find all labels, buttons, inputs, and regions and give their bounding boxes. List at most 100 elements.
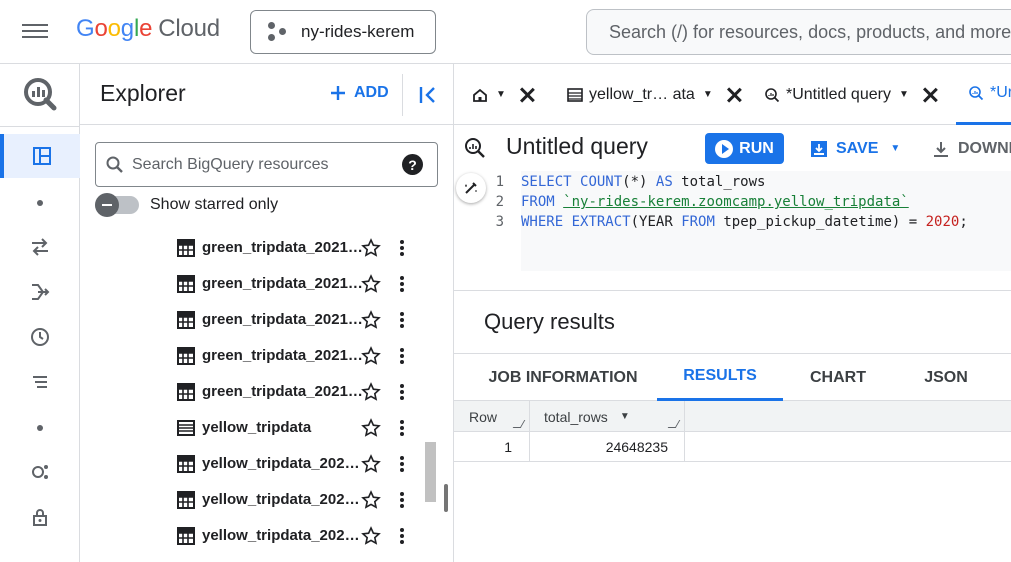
code-line: WHERE EXTRACT(YEAR FROM tpep_pickup_date… <box>521 214 968 230</box>
close-icon[interactable] <box>727 88 741 102</box>
sort-arrow-icon[interactable]: ▼ <box>620 411 630 422</box>
home-icon <box>473 88 487 102</box>
query-icon <box>969 86 984 101</box>
more-actions-icon[interactable] <box>395 454 409 474</box>
explorer-search-input[interactable]: Search BigQuery resources ? <box>95 142 438 187</box>
project-name: ny-rides-kerem <box>301 22 415 41</box>
star-icon[interactable] <box>361 382 381 402</box>
star-icon[interactable] <box>361 310 381 330</box>
tree-row[interactable]: yellow_tripdata_202… <box>80 518 436 554</box>
more-actions-icon[interactable] <box>395 238 409 258</box>
lock-icon[interactable] <box>0 495 80 539</box>
column-resize-handle[interactable] <box>667 420 681 428</box>
main-menu-icon[interactable] <box>22 20 48 44</box>
line-number: 1 <box>495 174 504 190</box>
chevron-down-icon[interactable]: ▼ <box>496 89 506 100</box>
more-actions-icon[interactable] <box>395 274 409 294</box>
bigquery-logo[interactable] <box>22 76 58 112</box>
tree-row[interactable]: green_tripdata_2021… <box>80 266 436 302</box>
global-search-input[interactable]: Search (/) for resources, docs, products… <box>586 9 1011 55</box>
show-starred-toggle[interactable]: Show starred only <box>95 193 278 217</box>
chevron-down-icon[interactable]: ▼ <box>899 89 909 100</box>
panel-resize-handle[interactable] <box>444 484 448 512</box>
table-icon <box>567 87 583 102</box>
tab-untitled-query[interactable]: *Untitled query ▼ <box>764 64 937 125</box>
star-icon[interactable] <box>361 274 381 294</box>
save-button[interactable]: SAVE ▼ <box>810 133 900 164</box>
query-title: Untitled query <box>506 133 648 159</box>
tree-row[interactable]: green_tripdata_2021… <box>80 302 436 338</box>
sql-text: (*) <box>622 174 656 190</box>
more-actions-icon[interactable] <box>395 526 409 546</box>
column-resize-handle[interactable] <box>512 420 526 428</box>
tab-yellow-tripdata[interactable]: yellow_tr… ata ▼ <box>567 64 741 125</box>
more-actions-icon[interactable] <box>395 418 409 438</box>
sql-text: tpep_pickup_datetime) = <box>714 214 926 230</box>
download-button[interactable]: DOWNL <box>932 133 1011 164</box>
close-icon[interactable] <box>923 88 937 102</box>
tree-row[interactable]: green_tripdata_2021… <box>80 230 436 266</box>
code-area[interactable]: SELECT COUNT(*) AS total_rows FROM `ny-r… <box>521 171 1011 271</box>
query-toolbar: Untitled query RUN SAVE ▼ DOWNL <box>454 125 1011 171</box>
chevron-down-icon[interactable]: ▼ <box>703 89 713 100</box>
star-icon[interactable] <box>361 490 381 510</box>
toggle-track <box>95 193 139 217</box>
explorer-panel: Explorer ADD Search BigQuery resources ?… <box>80 64 454 562</box>
add-button[interactable]: ADD <box>330 84 389 102</box>
scheduled-queries-icon[interactable] <box>0 315 80 359</box>
close-icon[interactable] <box>520 88 534 102</box>
table-icon <box>177 347 195 365</box>
tree-row[interactable]: green_tripdata_2021… <box>80 374 436 410</box>
tab-results[interactable]: RESULTS <box>657 354 783 401</box>
sql-text: (YEAR <box>630 214 682 230</box>
query-results-panel: Query results JOB INFORMATION RESULTS CH… <box>454 290 1011 562</box>
tab-label: yellow_tr… ata <box>589 85 695 103</box>
collapse-panel-icon[interactable] <box>418 84 440 106</box>
chevron-down-icon[interactable]: ▼ <box>890 143 900 154</box>
star-icon[interactable] <box>361 418 381 438</box>
more-actions-icon[interactable] <box>395 490 409 510</box>
tab-chart[interactable]: CHART <box>792 354 884 401</box>
column-header-row[interactable]: Row <box>454 401 530 432</box>
star-icon[interactable] <box>361 454 381 474</box>
column-header-total-rows[interactable]: total_rows ▼ <box>530 401 685 432</box>
table-name: yellow_tripdata_202… <box>202 491 360 508</box>
run-button[interactable]: RUN <box>705 133 784 164</box>
more-actions-icon[interactable] <box>395 310 409 330</box>
project-picker-button[interactable]: ny-rides-kerem <box>250 10 436 54</box>
add-label: ADD <box>354 84 389 101</box>
tree-row[interactable]: green_tripdata_2021… <box>80 338 436 374</box>
tree-row[interactable]: yellow_tripdata <box>80 410 436 446</box>
table-list-icon[interactable] <box>0 360 80 404</box>
star-icon[interactable] <box>361 346 381 366</box>
tab-active-query[interactable]: *Ur <box>956 64 1011 125</box>
sql-function: EXTRACT <box>571 214 631 230</box>
sql-editor[interactable]: 1 2 3 SELECT COUNT(*) AS total_rows FROM… <box>454 171 1011 271</box>
more-actions-icon[interactable] <box>395 382 409 402</box>
logo-letter: o <box>107 15 121 42</box>
save-icon <box>811 140 827 157</box>
download-label: DOWNL <box>958 139 1011 157</box>
tab-home[interactable]: ▼ <box>472 64 534 125</box>
more-actions-icon[interactable] <box>395 346 409 366</box>
explorer-header-divider <box>80 124 454 125</box>
tree-row[interactable]: yellow_tripdata_202… <box>80 482 436 518</box>
star-icon[interactable] <box>361 526 381 546</box>
studio-icon[interactable] <box>0 134 80 178</box>
transfers-icon[interactable] <box>0 225 80 269</box>
tab-label: *Ur <box>990 84 1011 101</box>
star-icon[interactable] <box>361 238 381 258</box>
tab-job-information[interactable]: JOB INFORMATION <box>472 354 654 401</box>
analytics-hub-icon[interactable] <box>0 450 80 494</box>
row-number-cell: 1 <box>454 432 530 462</box>
tree-row[interactable]: yellow_tripdata_202… <box>80 446 436 482</box>
tab-json[interactable]: JSON <box>906 354 986 401</box>
gemini-pen-icon[interactable] <box>456 173 486 203</box>
play-icon <box>715 139 734 158</box>
help-icon[interactable]: ? <box>402 154 423 175</box>
google-cloud-logo[interactable]: Google Cloud <box>76 15 220 43</box>
pipelines-icon[interactable] <box>0 270 80 314</box>
plus-icon <box>331 86 345 100</box>
download-icon <box>934 141 948 157</box>
explorer-scrollbar[interactable] <box>425 442 436 502</box>
